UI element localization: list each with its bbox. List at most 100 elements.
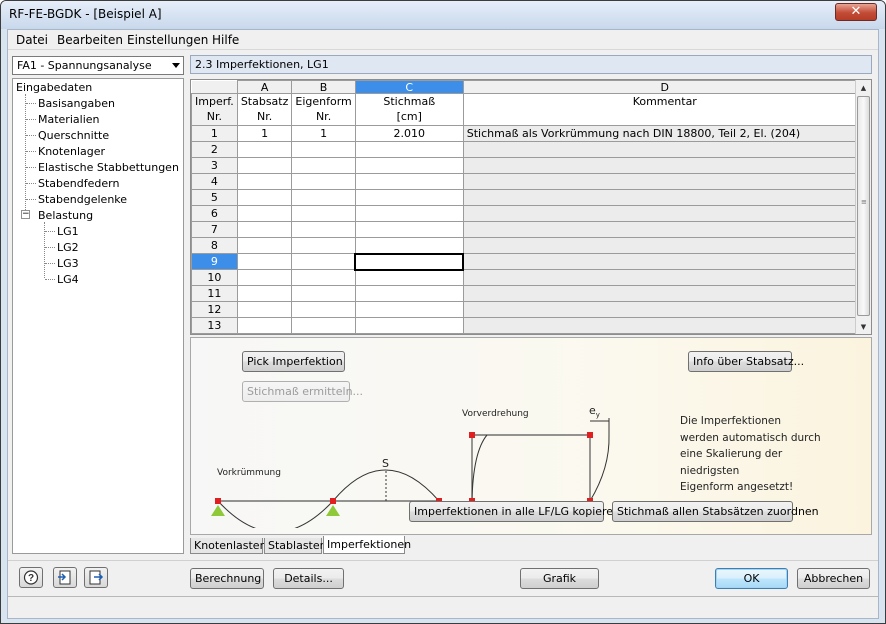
table-row[interactable]: 5 (191, 189, 867, 206)
kommentar-cell[interactable] (462, 189, 867, 206)
tree-item-belastung[interactable]: Belastung (38, 209, 93, 222)
kommentar-cell[interactable] (462, 301, 867, 318)
help-button[interactable]: ? (19, 567, 43, 588)
title-bar[interactable]: RF-FE-BGDK - [Beispiel A] ✕ (1, 1, 885, 29)
stichmass-cell[interactable] (354, 157, 464, 174)
close-button[interactable]: ✕ (835, 3, 877, 21)
stichmass-cell[interactable] (354, 252, 465, 271)
stabsatz-cell[interactable] (236, 189, 293, 206)
tree-item-querschnitte[interactable]: Querschnitte (38, 129, 109, 142)
row-number-cell[interactable]: 3 (191, 157, 238, 174)
row-number-cell[interactable]: 10 (191, 269, 238, 286)
kommentar-cell[interactable] (462, 141, 867, 158)
info-stabsatz-button[interactable]: Info über Stabsatz... (688, 351, 804, 372)
stabsatz-cell[interactable] (236, 285, 293, 302)
eigenform-cell[interactable] (291, 173, 356, 190)
tab-knotenlasten[interactable]: Knotenlasten (190, 538, 267, 554)
stichmass-cell[interactable] (354, 301, 464, 318)
kommentar-cell[interactable] (462, 205, 867, 222)
row-number-cell[interactable]: 5 (191, 189, 238, 206)
row-number-cell[interactable]: 1 (191, 125, 238, 142)
kommentar-cell[interactable] (462, 317, 867, 334)
eigenform-cell[interactable] (291, 285, 356, 302)
col-letter-c[interactable]: C (354, 80, 464, 94)
menu-hilfe[interactable]: Hilfe (212, 33, 239, 47)
table-row[interactable]: 2 (191, 141, 867, 158)
stichmass-cell[interactable] (354, 141, 464, 158)
kommentar-cell[interactable] (462, 173, 867, 190)
table-row[interactable]: 12 (191, 301, 867, 318)
table-row[interactable]: 1 1 1 2.010 Stichmaß als Vorkrümmung nach DI… (191, 125, 867, 142)
row-number-cell[interactable]: 7 (191, 221, 238, 238)
tree-item-lg1[interactable]: LG1 (57, 225, 79, 238)
table-row[interactable]: 8 (191, 237, 867, 254)
tab-imperfektionen[interactable]: Imperfektionen (323, 536, 411, 554)
stichmass-cell[interactable] (354, 285, 464, 302)
stichmass-cell[interactable] (354, 173, 464, 190)
stabsatz-cell[interactable] (236, 205, 293, 222)
eigenform-cell[interactable] (291, 141, 356, 158)
tree-item-stabendfedern[interactable]: Stabendfedern (38, 177, 119, 190)
stichmass-cell[interactable] (354, 237, 464, 254)
table-row[interactable]: 7 (191, 221, 867, 238)
scroll-thumb[interactable]: ≡ (857, 96, 870, 316)
stabsatz-cell[interactable] (236, 173, 293, 190)
tree-item-basisangaben[interactable]: Basisangaben (38, 97, 115, 110)
stabsatz-cell[interactable] (236, 317, 293, 334)
case-select[interactable]: FA1 - Spannungsanalyse (12, 56, 184, 75)
tree-item-lg2[interactable]: LG2 (57, 241, 79, 254)
kommentar-cell[interactable] (462, 269, 867, 286)
col-letter-a[interactable]: A (236, 80, 293, 94)
tab-stablasten[interactable]: Stablasten (264, 538, 327, 554)
eigenform-cell[interactable]: 1 (291, 125, 356, 142)
tree-item-lg4[interactable]: LG4 (57, 273, 79, 286)
stichmass-cell[interactable] (354, 221, 464, 238)
row-number-cell[interactable]: 4 (191, 173, 238, 190)
tree-item-stabendgelenke[interactable]: Stabendgelenke (38, 193, 127, 206)
eigenform-cell[interactable] (291, 221, 356, 238)
stabsatz-cell[interactable]: 1 (236, 125, 293, 142)
stabsatz-cell[interactable] (236, 141, 293, 158)
ok-button[interactable]: OK (715, 568, 788, 589)
stichmass-cell[interactable] (354, 205, 464, 222)
copy-imperfections-button[interactable]: Imperfektionen in alle LF/LG kopieren (409, 501, 620, 522)
kommentar-cell[interactable] (462, 253, 867, 270)
row-number-cell[interactable]: 2 (191, 141, 238, 158)
eigenform-cell[interactable] (291, 237, 356, 254)
eigenform-cell[interactable] (291, 301, 356, 318)
row-number-cell[interactable]: 11 (191, 285, 238, 302)
kommentar-cell[interactable] (462, 157, 867, 174)
row-number-cell[interactable]: 6 (191, 205, 238, 222)
stichmass-cell[interactable] (354, 269, 464, 286)
import-button[interactable] (53, 567, 77, 588)
collapse-expander-icon[interactable]: − (21, 210, 30, 219)
berechnung-button[interactable]: Berechnung (190, 568, 264, 589)
tree-item-materialien[interactable]: Materialien (38, 113, 99, 126)
row-number-cell[interactable]: 12 (191, 301, 238, 318)
stichmass-cell[interactable] (354, 317, 464, 334)
scroll-down-icon[interactable]: ▼ (856, 320, 871, 334)
tree-item-knotenlager[interactable]: Knotenlager (38, 145, 105, 158)
menu-einstellungen[interactable]: Einstellungen (127, 33, 208, 47)
stichmass-cell[interactable]: 2.010 (354, 125, 464, 142)
menu-bearbeiten[interactable]: Bearbeiten (57, 33, 123, 47)
stabsatz-cell[interactable] (236, 301, 293, 318)
export-button[interactable] (84, 567, 108, 588)
eigenform-cell[interactable] (291, 317, 356, 334)
eigenform-cell[interactable] (291, 205, 356, 222)
row-number-cell[interactable]: 9 (191, 253, 238, 270)
stabsatz-cell[interactable] (236, 253, 293, 270)
table-row[interactable]: 4 (191, 173, 867, 190)
col-letter-b[interactable]: B (291, 80, 356, 94)
eigenform-cell[interactable] (291, 269, 356, 286)
table-row[interactable]: 10 (191, 269, 867, 286)
tree-item-elastische-stabbettungen[interactable]: Elastische Stabbettungen (38, 161, 179, 174)
eigenform-cell[interactable] (291, 189, 356, 206)
abbrechen-button[interactable]: Abbrechen (797, 568, 870, 589)
tree-root[interactable]: Eingabedaten (16, 81, 92, 94)
kommentar-cell[interactable] (462, 237, 867, 254)
stabsatz-cell[interactable] (236, 157, 293, 174)
grafik-button[interactable]: Grafik (520, 568, 599, 589)
col-letter-d[interactable]: D (462, 80, 867, 94)
stichmass-cell[interactable] (354, 189, 464, 206)
